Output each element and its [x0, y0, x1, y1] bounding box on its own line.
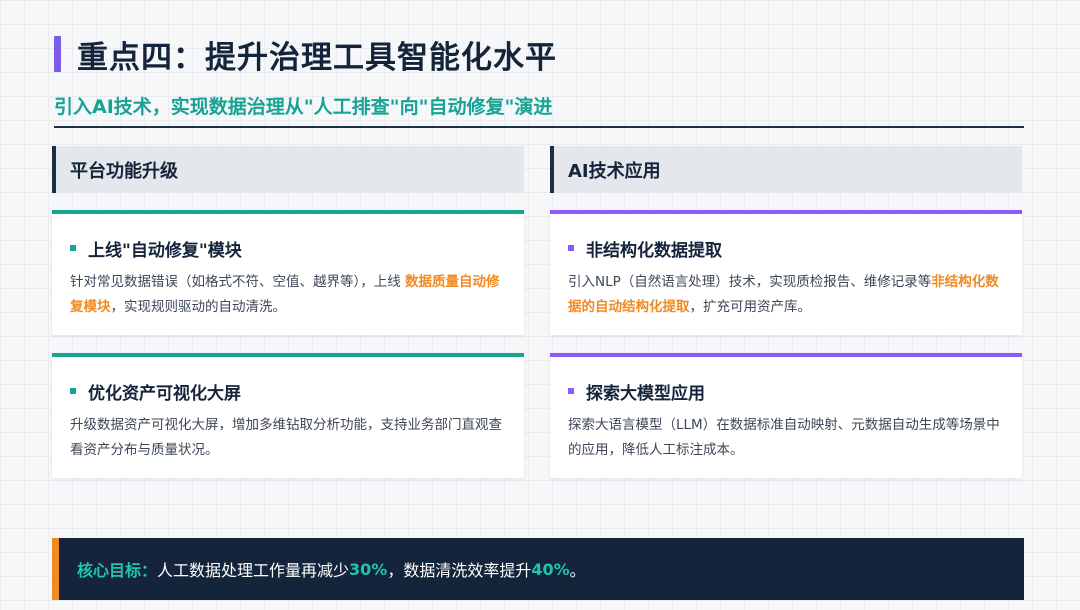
title-block: 重点四：提升治理工具智能化水平 [54, 34, 557, 76]
square-bullet-icon [70, 388, 76, 394]
card-title: 优化资产可视化大屏 [88, 383, 241, 404]
goal-text: ，数据清洗效率提升 [387, 561, 532, 580]
page-subtitle: 引入AI技术，实现数据治理从"人工排查"向"自动修复"演进 [54, 96, 553, 118]
card-title: 上线"自动修复"模块 [88, 240, 242, 261]
title-accent-bar [54, 36, 61, 72]
card-body: 引入NLP（自然语言处理）技术，实现质检报告、维修记录等非结构化数据的自动结构化… [568, 274, 999, 315]
core-goal-banner: 核心目标： 人工数据处理工作量再减少 30% ，数据清洗效率提升 40% 。 [52, 538, 1024, 600]
card-auto-repair: 上线"自动修复"模块 针对常见数据错误（如格式不符、空值、越界等），上线 数据质… [52, 210, 524, 335]
square-bullet-icon [568, 388, 574, 394]
goal-value-workload: 30% [349, 559, 388, 579]
square-bullet-icon [70, 245, 76, 251]
card-title: 非结构化数据提取 [586, 240, 722, 261]
page-title: 重点四：提升治理工具智能化水平 [77, 39, 557, 76]
card-body: 探索大语言模型（LLM）在数据标准自动映射、元数据自动生成等场景中的应用，降低人… [568, 417, 1000, 458]
card-title: 探索大模型应用 [586, 383, 705, 404]
goal-value-efficiency: 40% [531, 559, 570, 579]
column-header-ai: AI技术应用 [550, 146, 1022, 193]
column-header-platform: 平台功能升级 [52, 146, 524, 193]
card-llm-application: 探索大模型应用 探索大语言模型（LLM）在数据标准自动映射、元数据自动生成等场景… [550, 353, 1022, 478]
card-body: 针对常见数据错误（如格式不符、空值、越界等），上线 数据质量自动修复模块，实现规… [70, 274, 500, 315]
card-unstructured-extraction: 非结构化数据提取 引入NLP（自然语言处理）技术，实现质检报告、维修记录等非结构… [550, 210, 1022, 335]
goal-text: 人工数据处理工作量再减少 [157, 561, 350, 580]
goal-text: 。 [569, 561, 586, 580]
card-body: 升级数据资产可视化大屏，增加多维钻取分析功能，支持业务部门直观查看资产分布与质量… [70, 417, 502, 458]
card-visual-dashboard: 优化资产可视化大屏 升级数据资产可视化大屏，增加多维钻取分析功能，支持业务部门直… [52, 353, 524, 478]
goal-label: 核心目标： [77, 561, 158, 580]
square-bullet-icon [568, 245, 574, 251]
header-divider [54, 126, 1024, 128]
